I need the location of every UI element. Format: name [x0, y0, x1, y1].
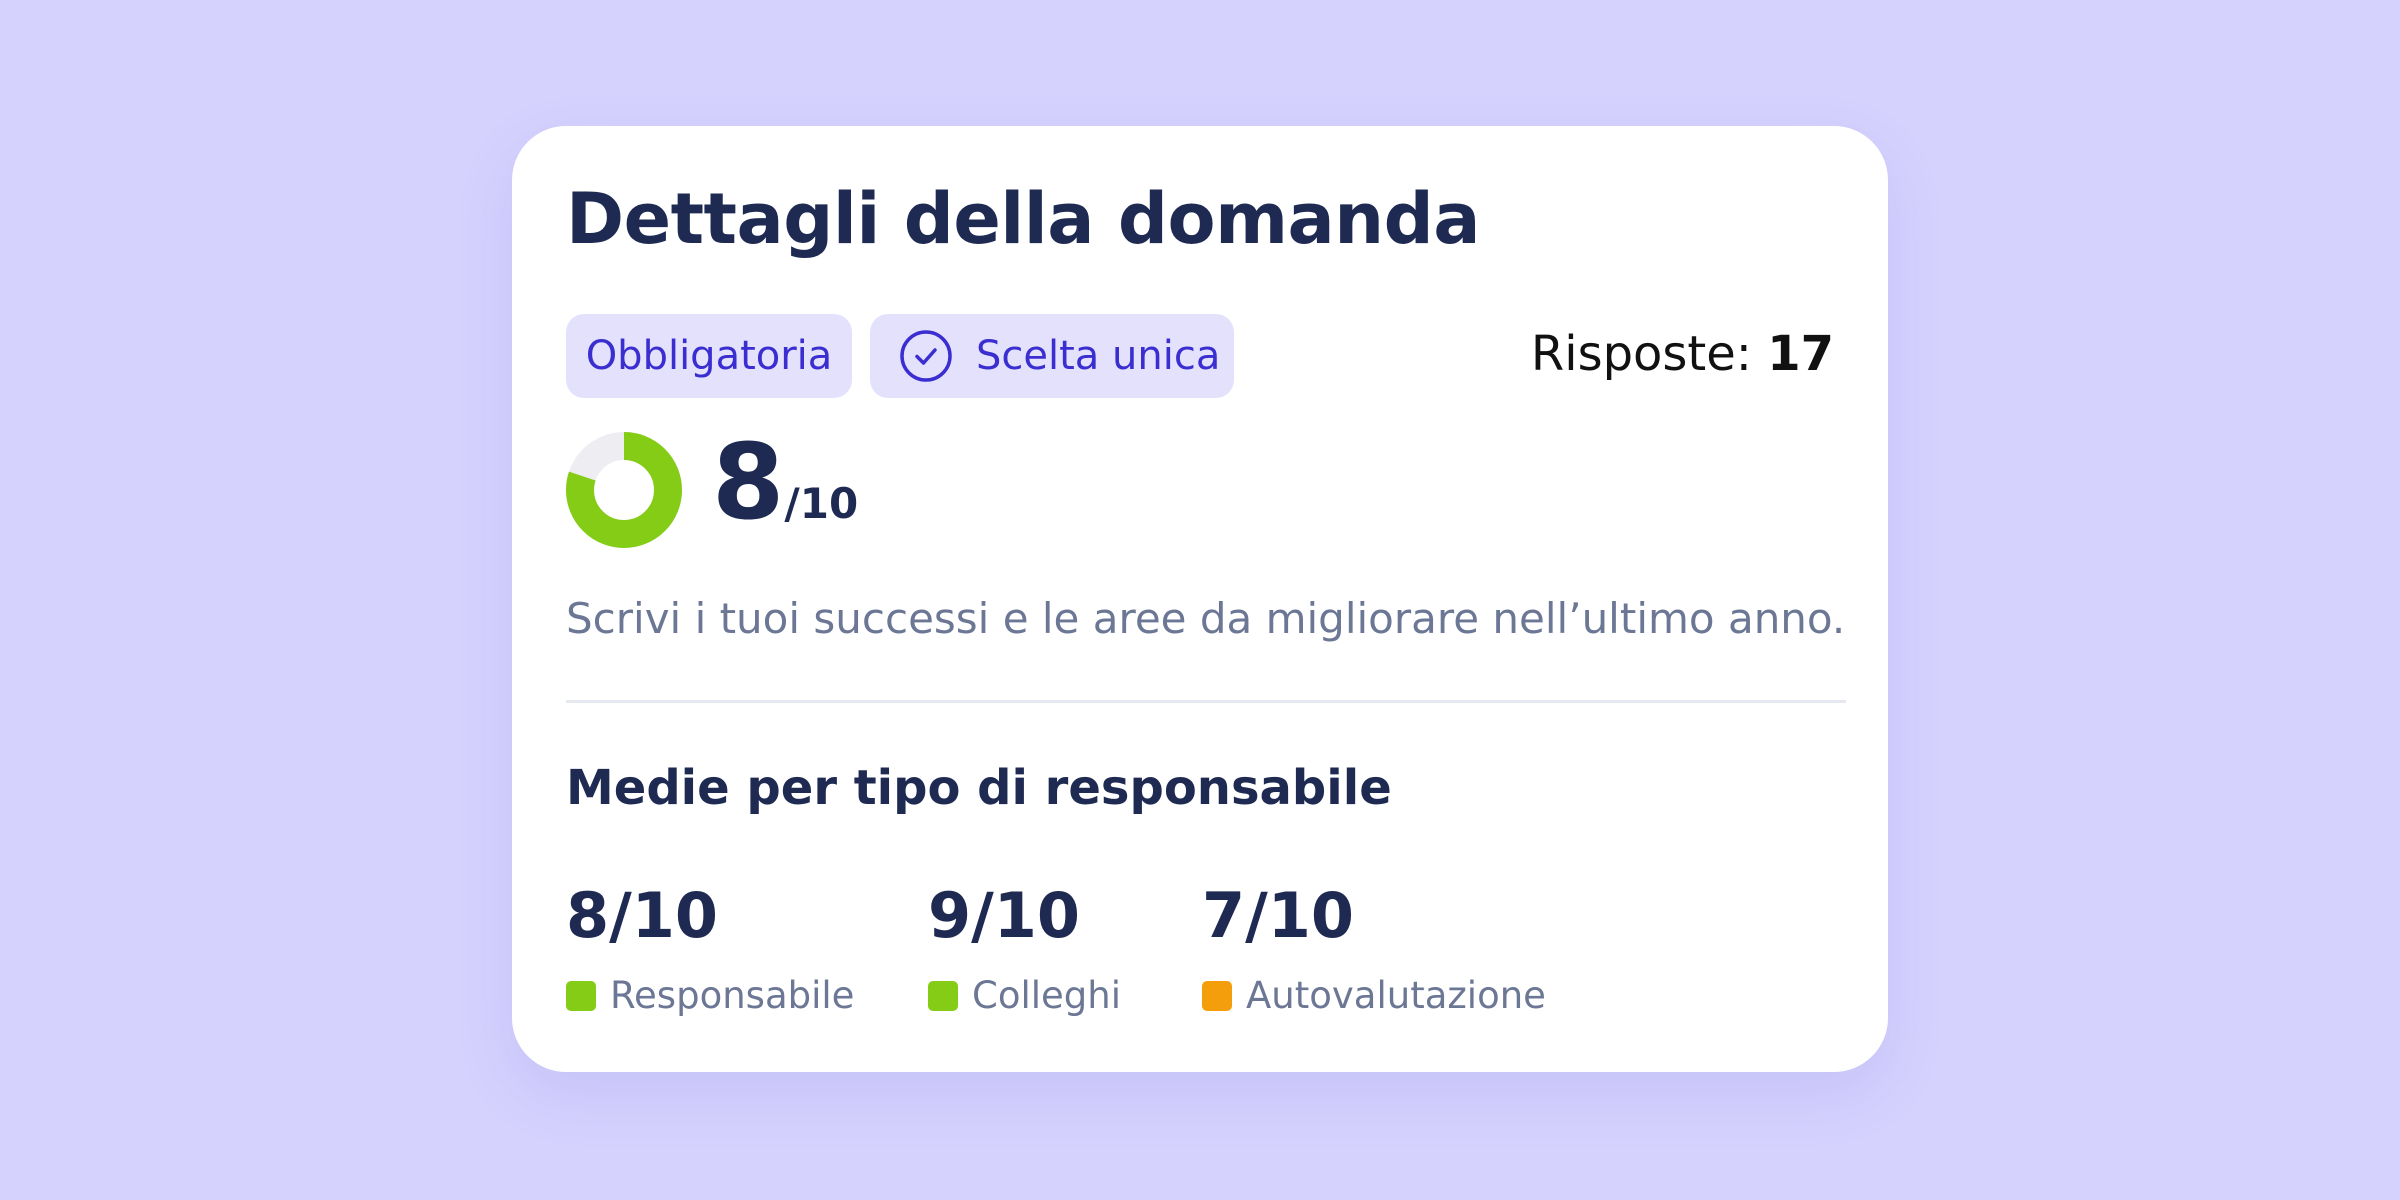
card-title: Dettagli della domanda — [566, 178, 1480, 260]
required-badge: Obbligatoria — [566, 314, 852, 398]
average-peers-label: Colleghi — [972, 974, 1122, 1017]
responses-value: 17 — [1767, 326, 1834, 382]
question-details-card: Dettagli della domanda Obbligatoria Scel… — [512, 126, 1888, 1072]
score-value: 8 — [712, 421, 785, 543]
score-display: 8/10 — [712, 422, 858, 542]
single-choice-badge-label: Scelta unica — [976, 333, 1221, 379]
average-self: 7/10 Autovalutazione — [1202, 878, 1546, 1017]
average-peers-value: 9/10 — [928, 879, 1081, 952]
average-self-swatch — [1202, 980, 1232, 1011]
score-denominator: /10 — [784, 479, 859, 528]
divider — [566, 700, 1846, 703]
responses-count: Risposte: 17 — [1531, 326, 1834, 382]
score-donut-chart — [566, 432, 682, 548]
averages-title: Medie per tipo di responsabile — [566, 760, 1392, 816]
average-manager-swatch — [566, 980, 596, 1011]
average-manager-value: 8/10 — [566, 879, 719, 952]
background-frame: Dettagli della domanda Obbligatoria Scel… — [0, 0, 2400, 1200]
check-circle-icon — [898, 328, 954, 384]
responses-label: Risposte: — [1530, 326, 1752, 382]
average-self-value: 7/10 — [1202, 879, 1355, 952]
single-choice-badge: Scelta unica — [870, 314, 1234, 398]
average-self-legend: Autovalutazione — [1202, 974, 1546, 1017]
average-manager-legend: Responsabile — [566, 974, 854, 1017]
required-badge-label: Obbligatoria — [585, 333, 833, 379]
average-peers-legend: Colleghi — [928, 974, 1121, 1017]
average-self-label: Autovalutazione — [1246, 974, 1546, 1017]
average-manager: 8/10 Responsabile — [566, 878, 854, 1017]
average-peers: 9/10 Colleghi — [928, 878, 1121, 1017]
average-manager-label: Responsabile — [610, 974, 855, 1017]
average-peers-swatch — [928, 980, 958, 1011]
question-description: Scrivi i tuoi successi e le aree da migl… — [566, 594, 1846, 643]
